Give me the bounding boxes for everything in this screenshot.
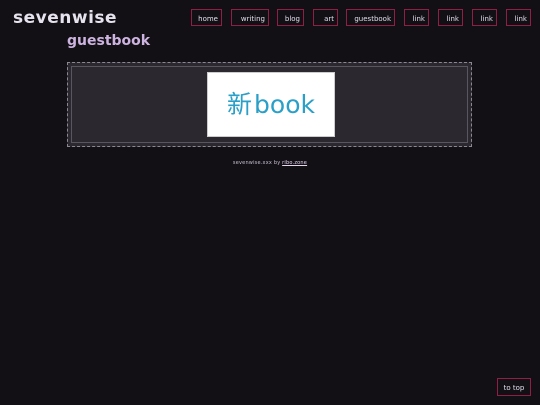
nav-guestbook[interactable]: guestbook bbox=[346, 9, 395, 26]
nav-link-1[interactable]: link bbox=[404, 9, 429, 26]
guestbook-banner[interactable]: 新 book bbox=[207, 72, 335, 137]
nav-link-4[interactable]: link bbox=[506, 9, 531, 26]
main-nav: home writing blog art guestbook link lin… bbox=[0, 9, 540, 27]
guestbook-banner-word: book bbox=[254, 90, 315, 119]
footer: sevenwise.xxx by ribo.zone bbox=[0, 160, 540, 166]
guestbook-banner-logo: 新 book bbox=[227, 92, 315, 117]
footer-prefix: sevenwise.xxx by bbox=[232, 160, 281, 166]
page: sevenwise home writing blog art guestboo… bbox=[0, 0, 540, 405]
footer-link[interactable]: ribo.zone bbox=[282, 160, 307, 166]
to-top-button[interactable]: to top bbox=[497, 378, 531, 396]
nav-home[interactable]: home bbox=[191, 9, 222, 26]
guestbook-banner-kanji: 新 bbox=[227, 90, 253, 119]
guestbook-container: 新 book bbox=[67, 62, 472, 147]
nav-writing[interactable]: writing bbox=[231, 9, 269, 26]
nav-art[interactable]: art bbox=[313, 9, 338, 26]
nav-blog[interactable]: blog bbox=[277, 9, 304, 26]
nav-link-2[interactable]: link bbox=[438, 9, 463, 26]
nav-link-3[interactable]: link bbox=[472, 9, 497, 26]
page-title: guestbook bbox=[67, 33, 151, 49]
